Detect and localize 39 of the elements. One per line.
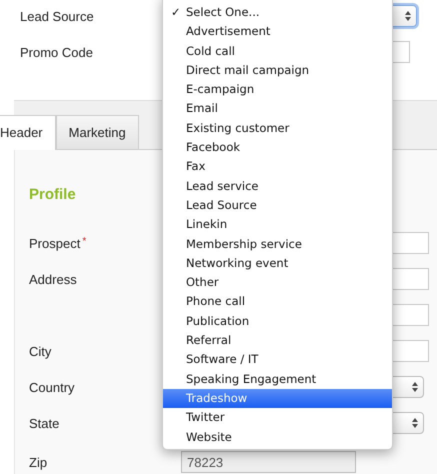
menu-item[interactable]: Lead service <box>163 176 392 196</box>
menu-item[interactable]: Membership service <box>163 234 392 254</box>
menu-item[interactable]: Software / IT <box>163 350 392 370</box>
menu-item[interactable]: Facebook <box>163 138 392 158</box>
field-label: Zip <box>29 454 48 470</box>
menu-item[interactable]: ✓ Select One... <box>163 3 392 22</box>
menu-item[interactable]: Other <box>163 273 392 292</box>
menu-item[interactable]: Twitter <box>163 408 392 428</box>
field-label: Country <box>29 380 75 394</box>
section-title: Profile <box>29 186 76 205</box>
spinner-icon <box>405 11 411 21</box>
field-label: Lead Source <box>20 8 94 24</box>
field-label: Address <box>29 272 77 286</box>
field-label: Promo Code <box>20 44 93 60</box>
menu-item[interactable]: Publication <box>163 312 392 332</box>
menu-item[interactable]: Existing customer <box>163 118 392 138</box>
menu-item[interactable]: Lead Source <box>163 196 392 216</box>
tab[interactable]: Marketing <box>56 115 139 149</box>
menu-item[interactable]: E-campaign <box>163 80 392 100</box>
menu-item[interactable]: Fax <box>163 157 392 177</box>
required-mark: * <box>82 236 86 248</box>
spinner-icon <box>412 418 418 428</box>
menu-item[interactable]: Direct mail campaign <box>163 60 392 80</box>
menu-item[interactable]: Website <box>163 428 392 447</box>
menu-item[interactable]: Networking event <box>163 254 392 274</box>
checkmark-icon: ✓ <box>171 3 181 22</box>
tab[interactable]: Header <box>0 115 56 150</box>
menu-item[interactable]: Email <box>163 99 392 119</box>
menu-item[interactable]: Cold call <box>163 42 392 61</box>
menu-item[interactable]: Speaking Engagement <box>163 370 392 389</box>
menu-item[interactable]: Referral <box>163 331 392 350</box>
field-label: City <box>29 344 52 358</box>
menu-item[interactable]: Phone call <box>163 292 392 312</box>
field-label: State <box>29 416 60 430</box>
field-label: Prospect <box>29 236 80 250</box>
spinner-icon <box>412 382 418 392</box>
menu-item[interactable]: Linekin <box>163 215 392 235</box>
menu-item[interactable]: Advertisement <box>163 22 392 42</box>
menu-item[interactable]: Tradeshow <box>163 388 392 408</box>
